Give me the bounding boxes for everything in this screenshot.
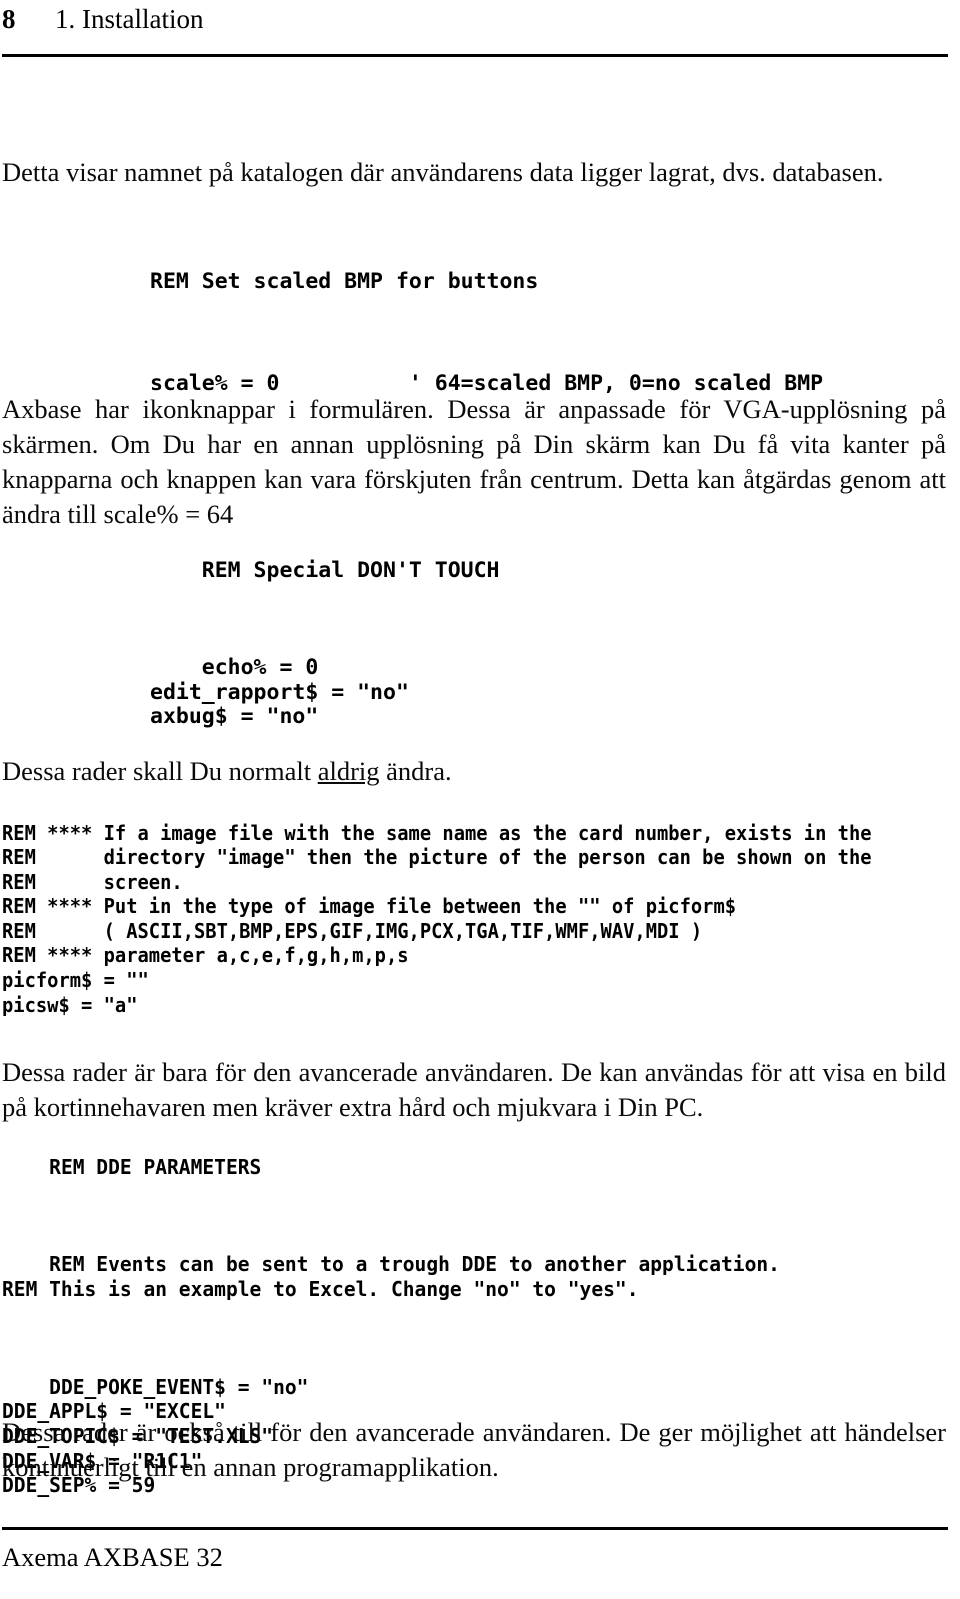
footer-divider-rule	[2, 1527, 948, 1530]
document-page: 8 1. Installation Detta visar namnet på …	[0, 0, 960, 1599]
paragraph-axbase-icons: Axbase har ikonknappar i formulären. Des…	[2, 393, 946, 529]
paragraph-never-change-prefix: Dessa rader skall Du normalt	[2, 755, 318, 786]
paragraph-never-change-emphasis: aldrig	[317, 755, 380, 786]
footer-product-name: Axema AXBASE 32	[2, 1542, 223, 1572]
header-page-number: 8	[2, 4, 16, 34]
code-block-image-parameters: REM **** If a image file with the same n…	[2, 820, 872, 1017]
paragraph-intro: Detta visar namnet på katalogen där anvä…	[2, 156, 884, 187]
code-spacer	[150, 608, 500, 632]
code-spacer	[2, 1326, 780, 1350]
code-block-special: REM Special DON'T TOUCH echo% = 0 edit_r…	[150, 534, 500, 754]
paragraph-never-change: Dessa rader skall Du normalt aldrig ändr…	[2, 754, 702, 789]
code-special-assignments: echo% = 0 edit_rapport$ = "no" axbug$ = …	[150, 655, 409, 729]
paragraph-never-change-suffix: ändra.	[379, 755, 452, 786]
code-dde-header: REM DDE PARAMETERS	[49, 1154, 262, 1179]
code-dde-comments: REM Events can be sent to a trough DDE t…	[2, 1252, 780, 1301]
header-chapter-title: 1. Installation	[55, 4, 204, 34]
code-block-scale: REM Set scaled BMP for buttons scale% = …	[150, 268, 824, 396]
paragraph-advanced-user-dde: Dessa rader är också till för den avance…	[2, 1416, 946, 1482]
code-special-header: REM Special DON'T TOUCH	[201, 557, 500, 583]
code-spacer	[2, 1204, 780, 1228]
header-divider-rule	[2, 54, 948, 57]
page-header: 8 1. Installation	[0, 2, 960, 42]
paragraph-advanced-user-image: Dessa rader är bara för den avancerade a…	[2, 1056, 946, 1122]
